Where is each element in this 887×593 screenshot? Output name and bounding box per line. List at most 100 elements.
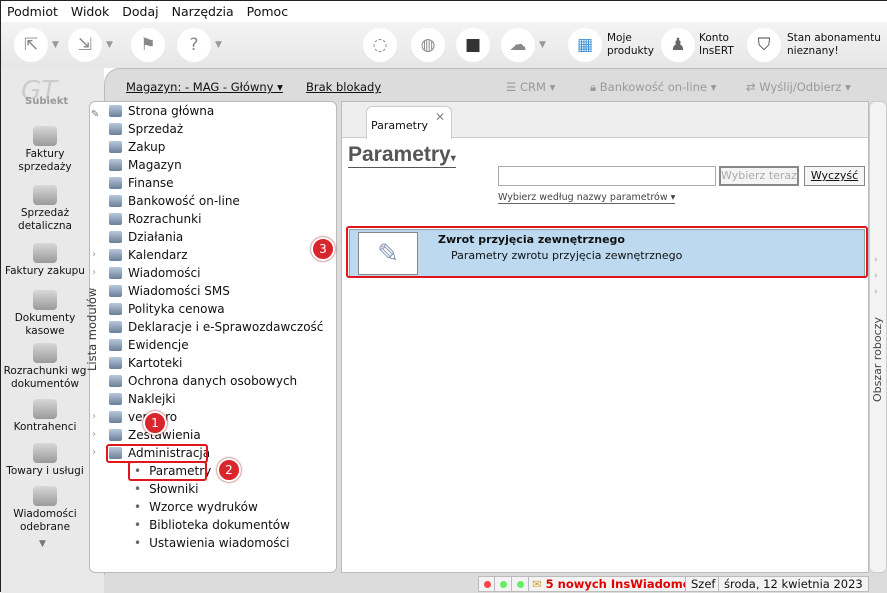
module-item[interactable]: Finanse <box>109 174 174 192</box>
products-icon[interactable]: ▦ <box>568 28 602 62</box>
scroll-down-icon[interactable]: ▼ <box>39 539 46 549</box>
retail-icon <box>33 185 57 205</box>
module-item[interactable]: Zakup <box>109 138 165 156</box>
shield-icon[interactable]: ⛉ <box>747 28 781 62</box>
user-status[interactable]: Szef <box>685 576 722 592</box>
crm-button[interactable]: ☰ CRM ▾ <box>506 80 555 94</box>
module-item[interactable]: Deklaracje i e-Sprawozdawczość <box>109 318 323 336</box>
sidebar-item-faktury-zakupu[interactable]: Faktury zakupu <box>1 243 89 278</box>
submodule-item[interactable]: Biblioteka dokumentów <box>134 516 290 534</box>
contractor-icon <box>33 399 57 419</box>
tab-parametry[interactable]: Parametry ✕ <box>366 106 452 139</box>
clear-button[interactable]: Wyczyść <box>804 166 865 186</box>
module-item[interactable]: Sprzedaż <box>109 120 183 138</box>
module-icon <box>109 105 122 117</box>
user-icon[interactable]: ♟ <box>661 28 695 62</box>
module-item[interactable]: Magazyn <box>109 156 182 174</box>
loading-icon[interactable]: ◌ <box>363 28 397 62</box>
invoice-icon <box>33 126 57 146</box>
module-item[interactable]: Polityka cenowa <box>109 300 225 318</box>
menu-dodaj[interactable]: Dodaj <box>122 4 158 19</box>
module-icon <box>109 141 122 153</box>
module-icon <box>109 123 122 135</box>
module-icon <box>109 267 122 279</box>
cloud-icon[interactable]: ☁ <box>501 28 535 62</box>
forward-icon[interactable]: ⇲ <box>68 28 102 62</box>
module-icon <box>109 285 122 297</box>
module-item[interactable]: Wiadomości <box>109 264 200 282</box>
sidebar-item-faktury-sprzedazy[interactable]: Faktury sprzedaży <box>1 126 89 174</box>
sub-toolbar: Magazyn: - MAG - Główny ▾ Brak blokady ☰… <box>126 80 886 98</box>
subscription-button[interactable]: Stan abonamentu nieznany! <box>787 32 881 58</box>
close-icon[interactable]: ✕ <box>435 110 445 124</box>
sidebar-item-towary[interactable]: Towary i usługi <box>1 443 89 478</box>
menu-bar: Podmiot Widok Dodaj Narzędzia Pomoc <box>1 1 887 22</box>
filter-dropdown[interactable]: Wybierz według nazwy parametrów ▾ <box>498 192 676 204</box>
settlements-icon <box>33 343 57 363</box>
module-item[interactable]: Ewidencje <box>109 336 189 354</box>
module-item[interactable]: Ochrona danych osobowych <box>109 372 297 390</box>
choose-now-button[interactable]: Wybierz teraz <box>719 166 799 186</box>
module-item[interactable]: Naklejki <box>109 390 176 408</box>
chevron-down-icon[interactable]: ▼ <box>215 40 222 50</box>
menu-pomoc[interactable]: Pomoc <box>247 4 288 19</box>
globe-icon[interactable]: ◍ <box>411 28 445 62</box>
lock-status-link[interactable]: Brak blokady <box>306 80 381 94</box>
flag-icon[interactable]: ⚑ <box>131 28 165 62</box>
envelope-icon: ✉ <box>532 577 542 591</box>
module-icon <box>109 213 122 225</box>
pin-icon[interactable]: ✎ <box>91 109 99 120</box>
module-item[interactable]: Kalendarz <box>109 246 188 264</box>
sidebar-item-kontrahenci[interactable]: Kontrahenci <box>1 399 89 434</box>
submodule-item[interactable]: Wzorce wydruków <box>134 498 258 516</box>
account-button[interactable]: Konto InsERT <box>699 32 734 58</box>
module-item[interactable]: Wiadomości SMS <box>109 282 230 300</box>
cube-icon[interactable]: ■ <box>456 28 490 62</box>
annotation-1: 1 <box>143 411 167 435</box>
my-products-button[interactable]: Moje produkty <box>607 32 654 58</box>
send-receive-button[interactable]: ⇄ Wyślij/Odbierz ▾ <box>746 80 851 94</box>
search-input[interactable] <box>498 166 716 186</box>
submodule-item[interactable]: Słowniki <box>134 480 198 498</box>
back-icon[interactable]: ⇱ <box>14 28 48 62</box>
module-icon <box>109 357 122 369</box>
app-logo: Subiekt <box>25 96 69 107</box>
module-icon <box>109 321 122 333</box>
menu-podmiot[interactable]: Podmiot <box>7 4 58 19</box>
module-item[interactable]: Rozrachunki <box>109 210 201 228</box>
banking-button[interactable]: 🔒︎ Bankowość on-line ▾ <box>590 80 716 95</box>
module-item[interactable]: Strona główna <box>109 102 214 120</box>
expand-arrows[interactable]: › › › › › › <box>92 246 96 462</box>
cash-icon <box>33 290 57 310</box>
sidebar-item-wiadomosci[interactable]: Wiadomości odebrane <box>1 486 89 534</box>
help-icon[interactable]: ? <box>177 28 211 62</box>
content-area: Parametry ✕ Parametry▾ Wybierz teraz Wyc… <box>341 101 869 573</box>
module-icon <box>109 411 122 423</box>
submodule-item[interactable]: Ustawienia wiadomości <box>134 534 289 552</box>
chevron-down-icon[interactable]: ▼ <box>106 40 113 50</box>
menu-narzedzia[interactable]: Narzędzia <box>172 4 234 19</box>
annotation-3: 3 <box>311 237 335 261</box>
chevron-down-icon[interactable]: ▼ <box>52 40 59 50</box>
highlight-item <box>346 226 868 278</box>
toolbar: ⇱ ▼ ⇲ ▼ ⚑ ? ▼ ◌ ◍ ■ ☁ ▼ ▦ Moje produkty ♟ Kon… <box>1 22 887 68</box>
chevron-down-icon[interactable]: ▼ <box>539 40 546 50</box>
sidebar-item-rozrachunki[interactable]: Rozrachunki wg dokumentów <box>1 343 89 391</box>
module-icon <box>109 375 122 387</box>
module-item[interactable]: Kartoteki <box>109 354 182 372</box>
module-icon <box>109 303 122 315</box>
menu-widok[interactable]: Widok <box>71 4 109 19</box>
messages-icon <box>33 486 57 506</box>
annotation-2: 2 <box>217 458 241 482</box>
module-icon <box>109 195 122 207</box>
module-item[interactable]: Działania <box>109 228 183 246</box>
warehouse-select[interactable]: Magazyn: - MAG - Główny ▾ <box>126 80 283 94</box>
workspace-panel[interactable]: › › › Obszar roboczy <box>869 101 887 573</box>
status-bar: ✉ 5 nowych InsWiadomości Szef środa, 12 … <box>104 575 887 593</box>
module-item[interactable]: Bankowość on-line <box>109 192 240 210</box>
sidebar-item-sprzedaz-detaliczna[interactable]: Sprzedaż detaliczna <box>1 185 89 233</box>
workspace-label: Obszar roboczy <box>871 317 884 402</box>
page-title[interactable]: Parametry▾ <box>348 143 456 168</box>
sidebar-item-dokumenty-kasowe[interactable]: Dokumenty kasowe <box>1 290 89 338</box>
purchase-icon <box>33 243 57 263</box>
